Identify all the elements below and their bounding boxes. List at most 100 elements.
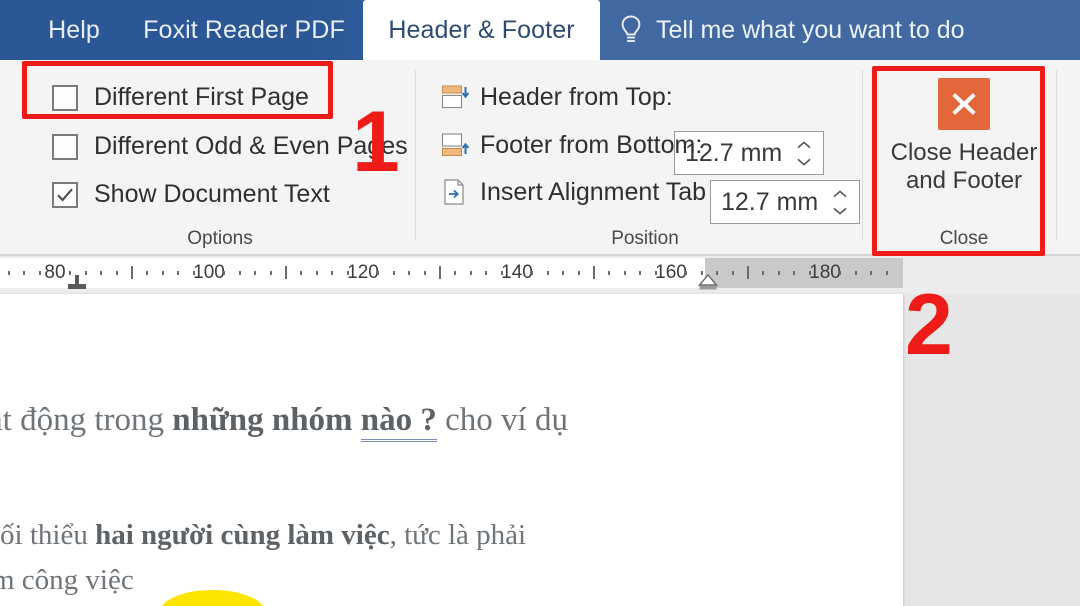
ruler-tick	[285, 266, 288, 279]
ruler-tick	[654, 271, 657, 275]
document-line-2-part-b: , tức là phải	[389, 519, 527, 551]
checkbox-show-document-text[interactable]: Show Document Text	[52, 180, 330, 209]
ruler-tick	[808, 271, 811, 275]
ruler-tick	[300, 271, 303, 275]
footer-from-bottom-spinner[interactable]: 12.7 mm	[710, 180, 860, 224]
ruler-tick	[100, 271, 103, 275]
ruler-tick	[177, 271, 180, 275]
tell-me-search[interactable]: Tell me what you want to do	[618, 0, 965, 60]
tab-header-and-footer-label: Header & Footer	[388, 15, 575, 44]
ruler-right-margin	[705, 258, 903, 288]
ruler-tick	[762, 271, 765, 275]
footer-from-bottom-row[interactable]: Footer from Bottom:	[440, 130, 702, 160]
ruler-tick	[131, 266, 134, 279]
chevron-up-icon	[797, 140, 811, 148]
chevron-down-icon	[797, 158, 811, 166]
checkbox-checked-icon	[52, 181, 78, 208]
header-from-top-label: Header from Top:	[480, 82, 673, 111]
ruler-number: 80	[44, 262, 66, 283]
footer-position-icon	[440, 130, 470, 160]
document-line-1-bold-underlined: nào ?	[360, 402, 437, 442]
checkbox-show-document-text-label: Show Document Text	[94, 180, 330, 208]
spinner-arrows[interactable]	[827, 181, 859, 223]
insert-alignment-tab-row[interactable]: Insert Alignment Tab	[440, 177, 706, 207]
ruler-tick	[854, 271, 857, 275]
ruler-tick	[115, 271, 118, 275]
ruler-tick	[192, 271, 195, 275]
tab-header-and-footer[interactable]: Header & Footer	[363, 0, 600, 60]
document-line-3: m công việc	[0, 564, 134, 596]
ruler-tick	[439, 266, 442, 279]
document-line-1-part-b: cho ví dụ	[436, 402, 568, 438]
annotation-number-2: 2	[905, 277, 953, 373]
spinner-arrows[interactable]	[791, 132, 823, 174]
ruler-tick	[392, 271, 395, 275]
ruler-number: 160	[655, 262, 687, 283]
ruler-tick	[639, 271, 642, 275]
annotation-number-1: 1	[352, 94, 400, 190]
word-window: Help Foxit Reader PDF Header & Footer Te…	[0, 0, 1080, 606]
insert-alignment-tab-label: Insert Alignment Tab	[480, 177, 707, 206]
document-line-1-part-a: ạt động trong	[0, 402, 173, 438]
header-position-icon	[440, 82, 470, 112]
ruler-tick	[315, 271, 318, 275]
ruler-tick	[331, 271, 334, 275]
ruler-tick	[623, 271, 626, 275]
ruler-tick	[593, 266, 596, 279]
ruler-tick	[731, 271, 734, 275]
ruler-tick	[269, 271, 272, 275]
checkbox-box-icon	[52, 133, 78, 160]
annotation-rect-different-first-page	[22, 61, 333, 119]
header-from-top-row[interactable]: Header from Top:	[440, 82, 673, 112]
ruler-tick	[500, 271, 503, 275]
yellow-highlight	[160, 590, 265, 606]
ruler-tick	[223, 271, 226, 275]
ruler-number: 100	[193, 262, 225, 283]
footer-from-bottom-value[interactable]: 12.7 mm	[711, 188, 827, 217]
ruler-tick	[546, 271, 549, 275]
ruler-tick	[577, 271, 580, 275]
group-label-options: Options	[187, 228, 253, 249]
ruler-number: 120	[347, 262, 379, 283]
ruler-tick	[238, 271, 241, 275]
group-separator-close-right	[1056, 70, 1057, 240]
ruler-tick	[777, 271, 780, 275]
ruler-number: 180	[809, 262, 841, 283]
ruler-tick	[408, 271, 411, 275]
document-page[interactable]: ạt động trong những nhóm nào ? cho ví dụ…	[0, 294, 903, 606]
tab-foxit-reader-pdf-label: Foxit Reader PDF	[143, 15, 345, 44]
tell-me-label: Tell me what you want to do	[656, 15, 965, 44]
ruler-tick	[254, 271, 257, 275]
ruler-tick	[793, 271, 796, 275]
ruler-tick	[146, 271, 149, 275]
ruler-tick	[377, 271, 380, 275]
ruler-tick	[23, 271, 26, 275]
ruler-tick	[346, 271, 349, 275]
ruler-tick	[531, 271, 534, 275]
tab-help-label: Help	[48, 15, 100, 44]
ruler-tick	[562, 271, 565, 275]
ruler-tick	[38, 271, 41, 275]
document-line-2: tối thiểu hai người cùng làm việc, tức l…	[0, 519, 526, 552]
ruler-tick	[7, 271, 10, 275]
alignment-tab-icon	[440, 177, 470, 207]
chevron-up-icon	[833, 189, 847, 197]
tab-help[interactable]: Help	[18, 0, 130, 60]
left-tab-stop-marker[interactable]	[66, 275, 88, 296]
left-indent-marker[interactable]	[697, 273, 719, 296]
document-line-1: ạt động trong những nhóm nào ? cho ví dụ	[0, 402, 568, 442]
ruler-tick	[839, 271, 842, 275]
document-line-2-bold: hai người cùng làm việc	[95, 519, 390, 551]
footer-from-bottom-label: Footer from Bottom:	[480, 130, 703, 159]
ruler-tick	[454, 271, 457, 275]
ruler-tick	[870, 271, 873, 275]
ruler-tick	[469, 271, 472, 275]
tab-foxit-reader-pdf[interactable]: Foxit Reader PDF	[138, 0, 350, 60]
ruler-tick	[685, 271, 688, 275]
ruler-tick	[608, 271, 611, 275]
group-separator-options-position	[415, 70, 416, 240]
group-label-position: Position	[611, 228, 679, 249]
ruler-tick	[485, 271, 488, 275]
ruler-tick	[885, 271, 888, 275]
ribbon-tab-strip: Help Foxit Reader PDF Header & Footer Te…	[0, 0, 1080, 60]
